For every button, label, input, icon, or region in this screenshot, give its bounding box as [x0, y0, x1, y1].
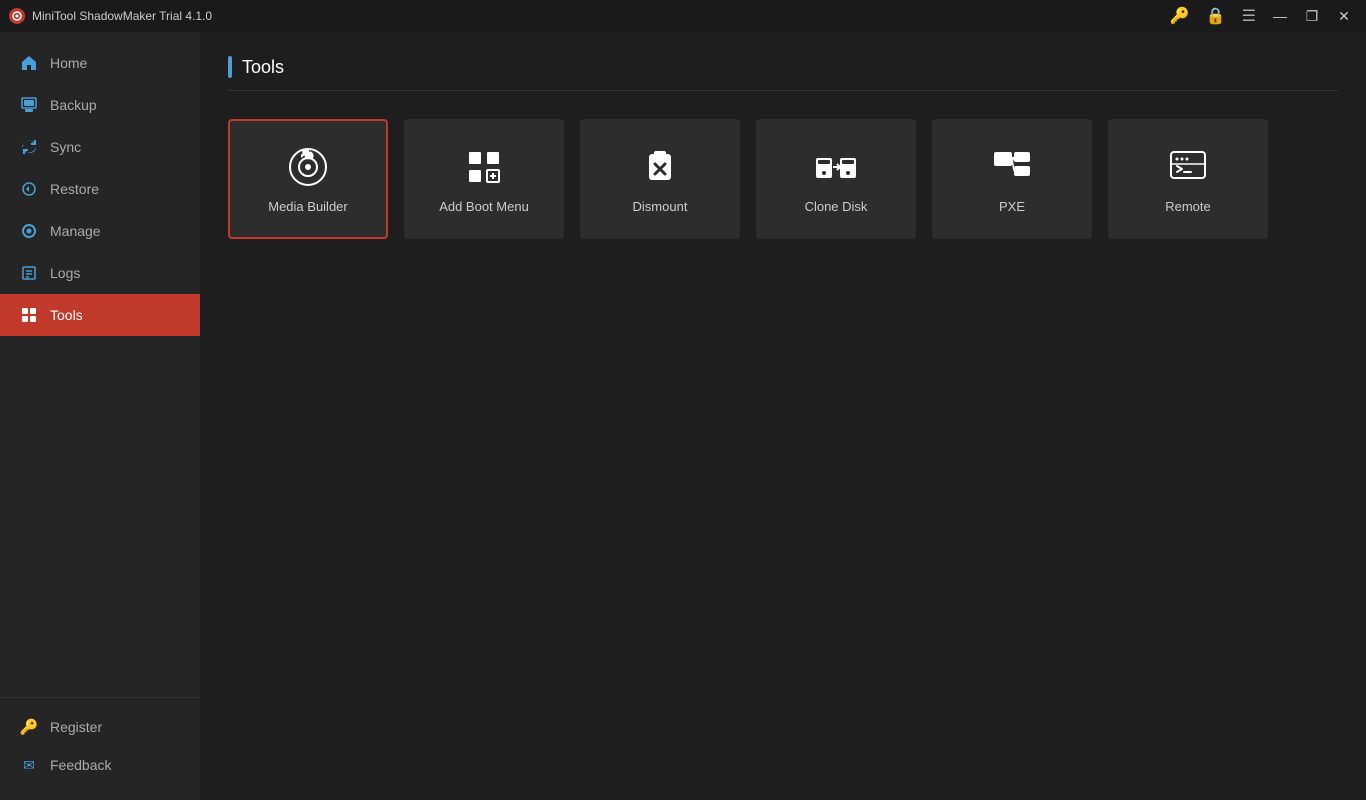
restore-button[interactable]: ❐ — [1298, 5, 1326, 27]
page-title-accent — [228, 56, 232, 78]
add-boot-menu-icon — [462, 145, 506, 189]
tool-card-media-builder[interactable]: Media Builder — [228, 119, 388, 239]
sidebar-item-backup[interactable]: Backup — [0, 84, 200, 126]
sidebar-item-restore[interactable]: Restore — [0, 168, 200, 210]
page-header: Tools — [228, 56, 1338, 91]
sidebar-item-sync[interactable]: Sync — [0, 126, 200, 168]
tools-icon — [20, 306, 38, 324]
sidebar-item-register[interactable]: 🔑 Register — [0, 708, 200, 746]
sync-icon — [20, 138, 38, 156]
tools-grid: Media Builder Add Boot Men — [228, 119, 1338, 239]
close-button[interactable]: ✕ — [1330, 5, 1358, 27]
title-bar-left: MiniTool ShadowMaker Trial 4.1.0 — [8, 7, 212, 25]
menu-icon[interactable]: ☰ — [1236, 6, 1262, 26]
clone-disk-icon — [814, 145, 858, 189]
tool-card-add-boot-menu[interactable]: Add Boot Menu — [404, 119, 564, 239]
pxe-label: PXE — [999, 199, 1025, 214]
tool-card-pxe[interactable]: PXE — [932, 119, 1092, 239]
content-area: Tools Media Builder — [200, 32, 1366, 800]
page-title: Tools — [242, 57, 284, 78]
tool-card-remote[interactable]: Remote — [1108, 119, 1268, 239]
restore-icon — [20, 180, 38, 198]
feedback-icon: ✉ — [20, 756, 38, 774]
app-title: MiniTool ShadowMaker Trial 4.1.0 — [32, 9, 212, 23]
dismount-icon — [638, 145, 682, 189]
clone-disk-label: Clone Disk — [805, 199, 868, 214]
remote-icon — [1166, 145, 1210, 189]
home-icon — [20, 54, 38, 72]
sidebar-item-home[interactable]: Home — [0, 42, 200, 84]
sidebar-item-tools[interactable]: Tools — [0, 294, 200, 336]
manage-icon — [20, 222, 38, 240]
register-key-icon: 🔑 — [20, 718, 38, 736]
minimize-button[interactable]: — — [1266, 5, 1294, 27]
tool-card-clone-disk[interactable]: Clone Disk — [756, 119, 916, 239]
sidebar-item-manage[interactable]: Manage — [0, 210, 200, 252]
sidebar: Home Backup Sync Restore — [0, 32, 200, 800]
lock-icon[interactable]: 🔒 — [1200, 6, 1232, 26]
title-bar-controls: 🔑 🔒 ☰ — ❐ ✕ — [1164, 5, 1358, 27]
media-builder-icon — [286, 145, 330, 189]
main-layout: Home Backup Sync Restore — [0, 32, 1366, 800]
logs-icon — [20, 264, 38, 282]
sidebar-item-feedback[interactable]: ✉ Feedback — [0, 746, 200, 784]
dismount-label: Dismount — [633, 199, 688, 214]
pxe-icon — [990, 145, 1034, 189]
sidebar-nav: Home Backup Sync Restore — [0, 32, 200, 697]
media-builder-label: Media Builder — [268, 199, 348, 214]
backup-icon — [20, 96, 38, 114]
add-boot-menu-label: Add Boot Menu — [439, 199, 529, 214]
remote-label: Remote — [1165, 199, 1211, 214]
sidebar-bottom: 🔑 Register ✉ Feedback — [0, 697, 200, 800]
sidebar-item-logs[interactable]: Logs — [0, 252, 200, 294]
title-bar: MiniTool ShadowMaker Trial 4.1.0 🔑 🔒 ☰ —… — [0, 0, 1366, 32]
tool-card-dismount[interactable]: Dismount — [580, 119, 740, 239]
key-icon[interactable]: 🔑 — [1164, 6, 1196, 26]
app-logo-icon — [8, 7, 26, 25]
